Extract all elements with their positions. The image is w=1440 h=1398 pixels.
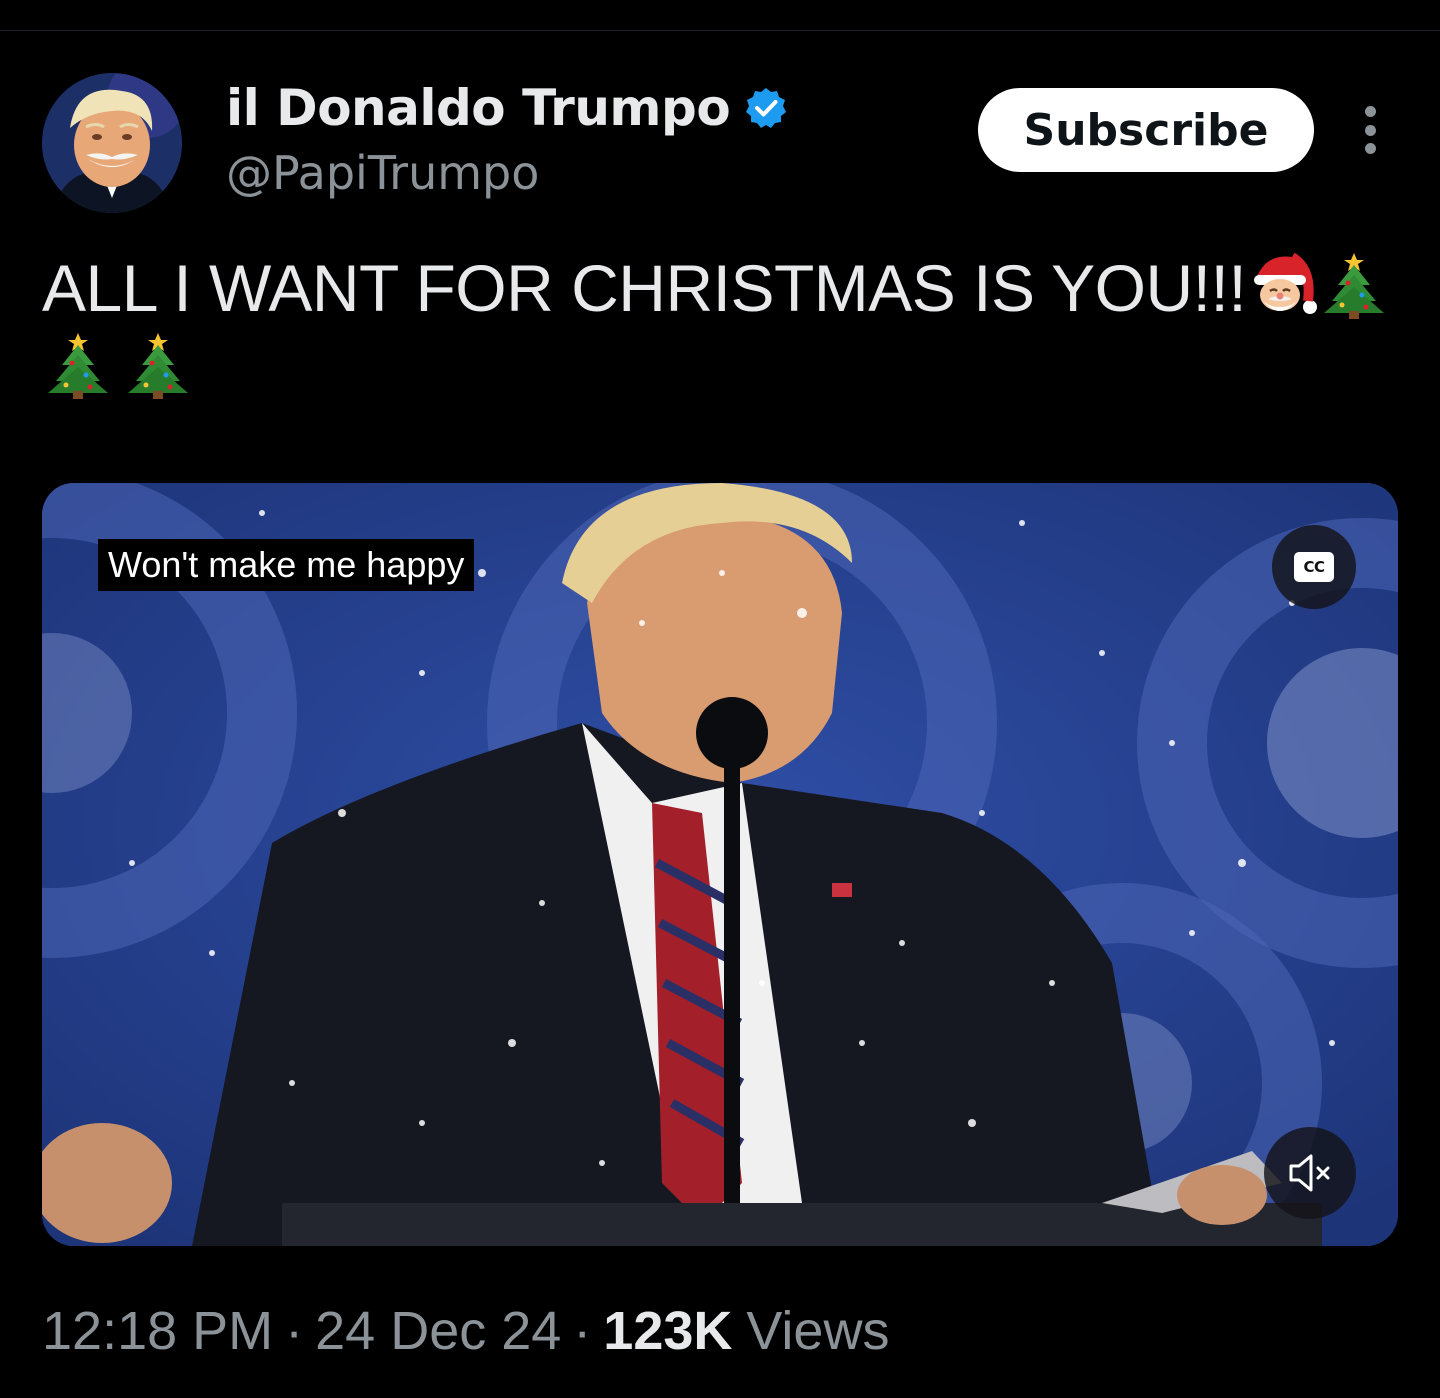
santa-emoji-icon <box>1246 249 1318 321</box>
views-count[interactable]: 123K <box>603 1300 732 1362</box>
unmute-button[interactable] <box>1264 1127 1356 1219</box>
avatar[interactable] <box>42 73 182 213</box>
user-handle[interactable]: @PapiTrumpo <box>226 146 539 200</box>
verified-badge-icon[interactable] <box>744 86 788 130</box>
video-frame <box>42 483 1398 1246</box>
cc-icon: CC <box>1294 552 1334 582</box>
tweet-text: ALL I WANT FOR CHRISTMAS IS YOU!!! <box>42 248 1402 408</box>
subscribe-button[interactable]: Subscribe <box>978 88 1314 172</box>
meta-separator: · <box>285 1301 304 1361</box>
more-dot-icon <box>1364 124 1376 136</box>
name-row: il Donaldo Trumpo <box>226 78 788 138</box>
tweet-header: il Donaldo Trumpo @PapiTrumpo Subscribe <box>0 0 1440 230</box>
more-dot-icon <box>1364 106 1376 117</box>
closed-captions-button[interactable]: CC <box>1272 525 1356 609</box>
tweet-text-content: ALL I WANT FOR CHRISTMAS IS YOU!!! <box>42 251 1247 325</box>
christmas-tree-emoji-icon <box>42 329 114 401</box>
video-player[interactable]: Won't make me happy CC <box>42 483 1398 1246</box>
more-options-button[interactable] <box>1350 100 1390 160</box>
more-dot-icon <box>1364 143 1376 154</box>
display-name[interactable]: il Donaldo Trumpo <box>226 79 731 137</box>
tweet-time[interactable]: 12:18 PM <box>42 1300 273 1362</box>
christmas-tree-emoji-icon <box>122 329 194 401</box>
meta-separator: · <box>573 1301 592 1361</box>
tweet-date[interactable]: 24 Dec 24 <box>315 1300 561 1362</box>
tweet-meta: 12:18 PM · 24 Dec 24 · 123K Views <box>42 1296 889 1366</box>
speaker-muted-icon <box>1289 1154 1330 1192</box>
video-caption: Won't make me happy <box>98 539 475 591</box>
views-label: Views <box>746 1301 890 1361</box>
christmas-tree-emoji-icon <box>1318 249 1390 321</box>
